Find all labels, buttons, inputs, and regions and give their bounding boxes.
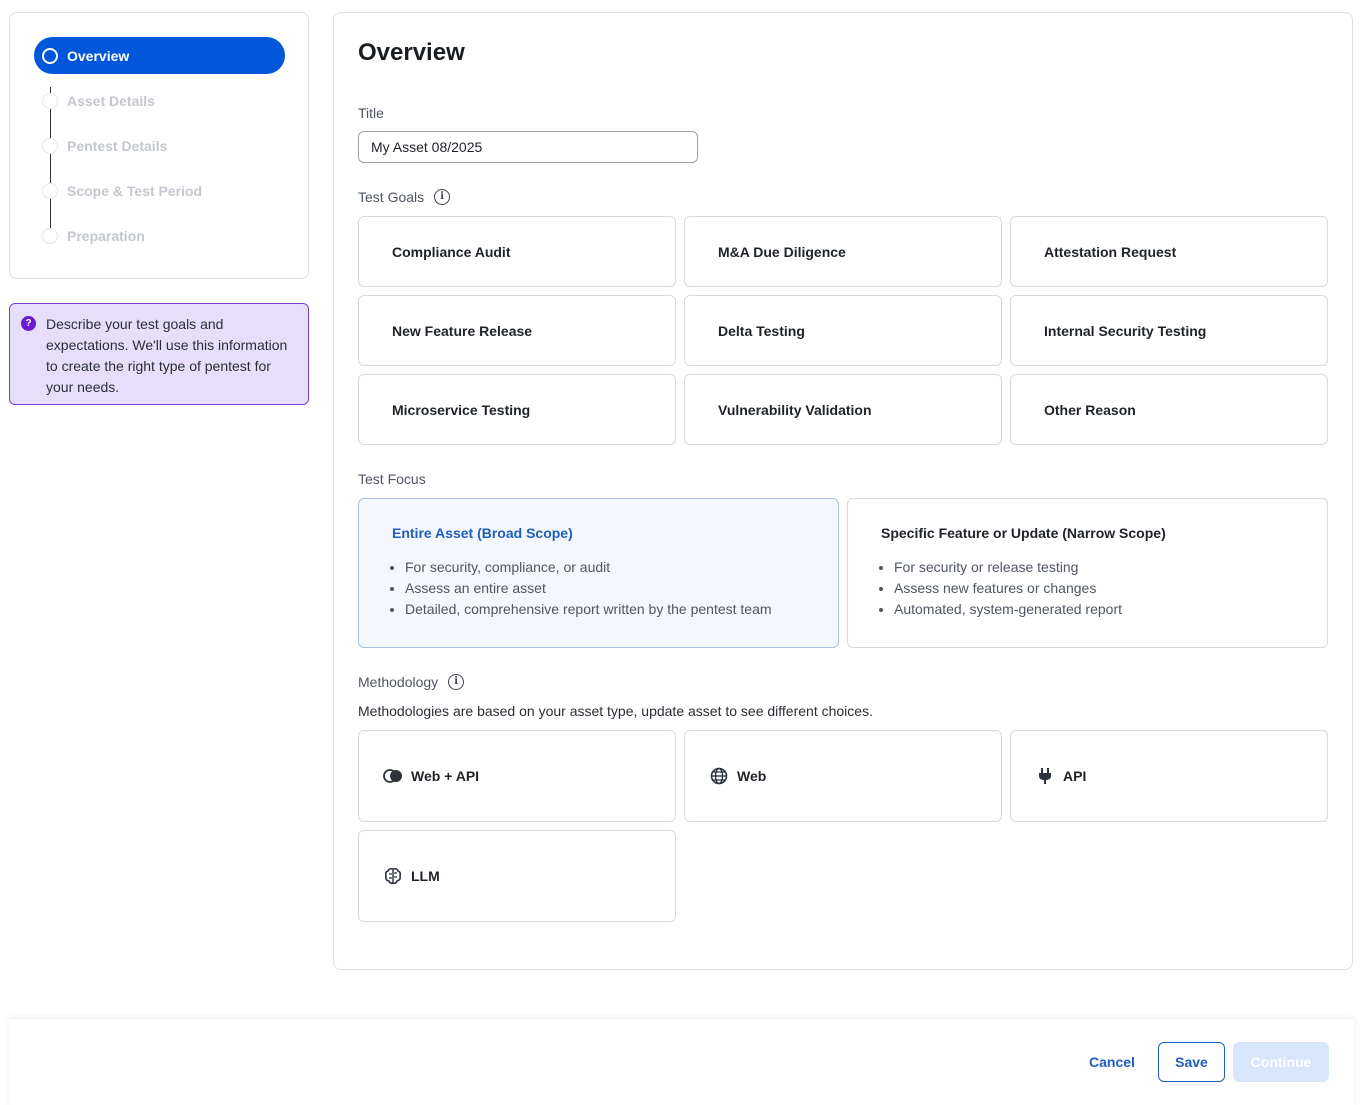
continue-button[interactable]: Continue (1233, 1042, 1329, 1082)
focus-bullet: Assess new features or changes (894, 578, 1327, 599)
goal-label: New Feature Release (392, 322, 533, 339)
method-label: Web + API (411, 768, 480, 784)
focus-title: Entire Asset (Broad Scope) (392, 525, 573, 541)
goal-microservice-testing[interactable]: Microservice Testing (358, 374, 676, 445)
methodology-label: Methodology i (358, 674, 465, 690)
page-title: Overview (358, 39, 465, 66)
cancel-button[interactable]: Cancel (1089, 1044, 1135, 1080)
progress-stepper: Overview Asset Details Pentest Details S… (9, 12, 309, 279)
goal-attestation-request[interactable]: Attestation Request (1010, 216, 1328, 287)
focus-title: Specific Feature or Update (Narrow Scope… (881, 525, 1166, 541)
goal-new-feature-release[interactable]: New Feature Release (358, 295, 676, 366)
step-circle-icon (42, 92, 58, 109)
goal-label: Vulnerability Validation (718, 401, 872, 418)
globe-icon (709, 766, 729, 786)
step-scope-test-period[interactable]: Scope & Test Period (34, 172, 202, 209)
step-circle-icon (42, 182, 58, 199)
method-llm[interactable]: LLM (358, 830, 676, 922)
goal-label: Internal Security Testing (1044, 322, 1207, 339)
help-callout: ? Describe your test goals and expectati… (9, 303, 309, 405)
goal-label: Attestation Request (1044, 243, 1177, 260)
goal-vulnerability-validation[interactable]: Vulnerability Validation (684, 374, 1002, 445)
focus-bullet: Detailed, comprehensive report written b… (405, 599, 838, 620)
step-pentest-details[interactable]: Pentest Details (34, 127, 167, 164)
focus-bullet: For security or release testing (894, 557, 1327, 578)
goal-delta-testing[interactable]: Delta Testing (684, 295, 1002, 366)
info-icon[interactable]: i (448, 674, 465, 690)
focus-broad-scope-card[interactable]: Entire Asset (Broad Scope) For security,… (358, 498, 839, 648)
goal-other-reason[interactable]: Other Reason (1010, 374, 1328, 445)
plug-icon (1035, 766, 1055, 786)
title-label-text: Title (358, 105, 384, 121)
test-goals-label: Test Goals i (358, 189, 451, 205)
test-focus-label: Test Focus (358, 471, 426, 487)
focus-narrow-scope-card[interactable]: Specific Feature or Update (Narrow Scope… (847, 498, 1328, 648)
step-circle-icon (42, 227, 58, 244)
footer-bar (9, 1018, 1354, 1105)
method-web-api[interactable]: Web + API (358, 730, 676, 822)
test-goals-label-text: Test Goals (358, 189, 425, 205)
step-overview[interactable]: Overview (34, 37, 285, 74)
goal-label: Microservice Testing (392, 401, 531, 418)
method-api[interactable]: API (1010, 730, 1328, 822)
step-circle-icon (42, 47, 58, 64)
step-label: Asset Details (67, 92, 155, 109)
question-icon: ? (21, 316, 36, 331)
methodology-label-text: Methodology (358, 674, 439, 690)
focus-bullets: For security or release testing Assess n… (881, 557, 1327, 620)
overview-panel: Overview Title Test Goals i Compliance A… (333, 12, 1353, 970)
goal-compliance-audit[interactable]: Compliance Audit (358, 216, 676, 287)
goal-label: Other Reason (1044, 401, 1136, 418)
goal-label: M&A Due Diligence (718, 243, 846, 260)
focus-bullets: For security, compliance, or audit Asses… (392, 557, 838, 620)
method-web[interactable]: Web (684, 730, 1002, 822)
overlap-circles-icon (383, 766, 403, 786)
focus-bullet: For security, compliance, or audit (405, 557, 838, 578)
focus-bullet: Assess an entire asset (405, 578, 838, 599)
title-label: Title (358, 105, 384, 121)
step-circle-icon (42, 137, 58, 154)
step-label: Pentest Details (67, 137, 168, 154)
method-label: LLM (411, 868, 440, 884)
goal-ma-due-diligence[interactable]: M&A Due Diligence (684, 216, 1002, 287)
step-preparation[interactable]: Preparation (34, 217, 145, 254)
save-button[interactable]: Save (1158, 1042, 1225, 1082)
goal-label: Compliance Audit (392, 243, 511, 260)
method-label: Web (737, 768, 767, 784)
help-text: Describe your test goals and expectation… (46, 316, 288, 395)
method-label: API (1063, 768, 1087, 784)
goal-internal-security-testing[interactable]: Internal Security Testing (1010, 295, 1328, 366)
brain-icon (383, 866, 403, 886)
goal-label: Delta Testing (718, 322, 805, 339)
step-label: Preparation (67, 227, 145, 244)
info-icon[interactable]: i (434, 189, 451, 205)
step-label: Scope & Test Period (67, 182, 203, 199)
step-label: Overview (67, 47, 130, 64)
methodology-note: Methodologies are based on your asset ty… (358, 703, 873, 719)
test-focus-label-text: Test Focus (358, 471, 426, 487)
step-asset-details[interactable]: Asset Details (34, 82, 155, 119)
focus-bullet: Automated, system-generated report (894, 599, 1327, 620)
title-input[interactable] (358, 131, 698, 163)
